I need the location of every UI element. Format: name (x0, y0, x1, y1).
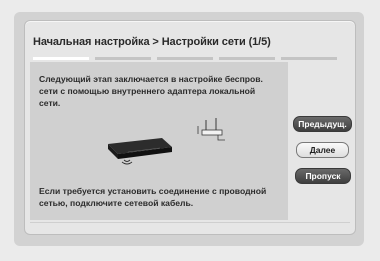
progress-segment-5 (281, 57, 337, 60)
blu-ray-player-icon (108, 138, 172, 159)
wireless-router-icon (197, 118, 225, 141)
network-illustration (108, 118, 225, 165)
cable-hint-text: Если требуется установить соединение с п… (39, 186, 267, 208)
instruction-text: Следующий этап заключается в настройке б… (39, 74, 263, 108)
dialog-title: Начальная настройка > Настройки сети (1/… (33, 36, 271, 48)
previous-button[interactable]: Предыдущ. (293, 116, 352, 132)
step-progress (33, 57, 343, 61)
next-button[interactable]: Далее (296, 142, 349, 158)
progress-segment-3 (157, 57, 213, 60)
progress-segment-4 (219, 57, 275, 60)
progress-segment-1 (33, 57, 89, 60)
progress-segment-2 (95, 57, 151, 60)
wifi-signal-icon (121, 159, 133, 165)
divider (30, 222, 350, 223)
skip-button[interactable]: Пропуск (295, 168, 351, 184)
